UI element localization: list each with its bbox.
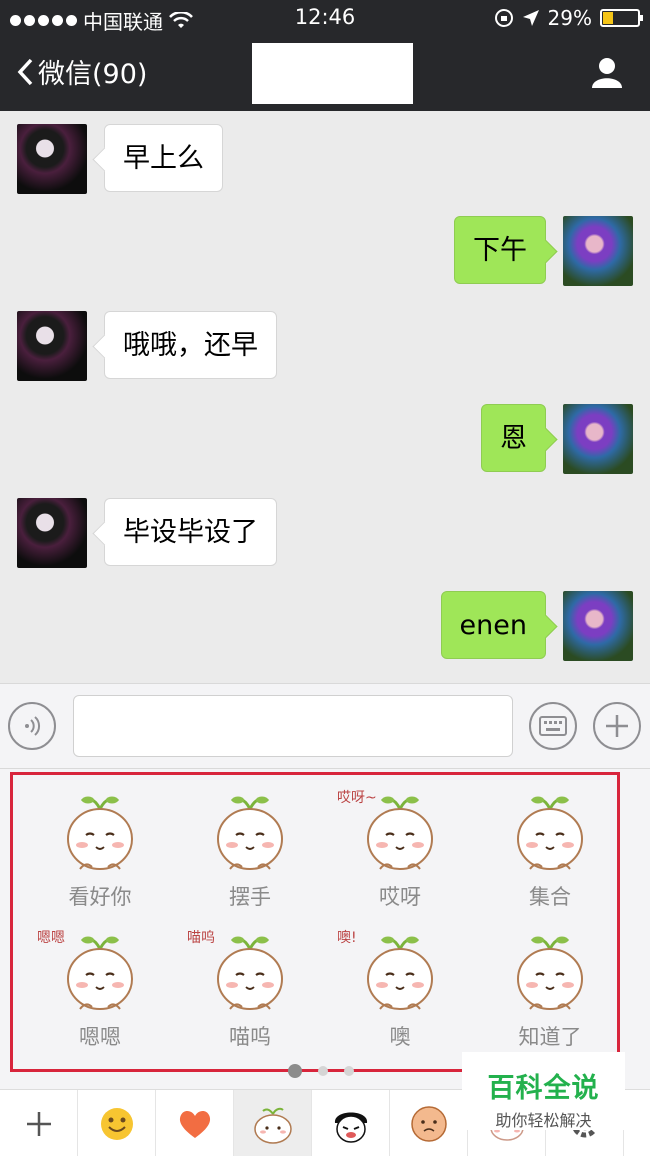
- sticker-label: 看好你: [68, 885, 132, 909]
- message-bubble[interactable]: enen: [440, 591, 546, 659]
- back-button[interactable]: 微信(90): [16, 52, 147, 91]
- sprout-sticker-icon: [217, 936, 283, 1010]
- tab-panda-stickers[interactable]: [312, 1090, 390, 1156]
- sticker-caption: 嗯嗯: [37, 930, 65, 946]
- tab-favorites[interactable]: [156, 1090, 234, 1156]
- watermark-title: 百科全说: [487, 1073, 600, 1104]
- sticker-item[interactable]: 喵呜 喵呜: [175, 927, 325, 1051]
- tab-emoji[interactable]: [78, 1090, 156, 1156]
- sprout-sticker-icon: [517, 796, 583, 870]
- keyboard-button[interactable]: [529, 702, 577, 750]
- tab-add[interactable]: [0, 1090, 78, 1156]
- page-dot[interactable]: [318, 1066, 328, 1076]
- keyboard-icon: [539, 716, 567, 736]
- status-bar: 中国联通 12:46 29%: [0, 0, 650, 36]
- sticker-panel: 看好你 摆手 哎呀~ 哎呀 集合 嗯嗯 嗯嗯 喵呜 喵呜 噢! 噢知道了: [0, 769, 650, 1089]
- sticker-label: 摆手: [229, 885, 271, 909]
- top-bar: 中国联通 12:46 29% 微信(90): [0, 0, 650, 111]
- sprout-sticker-icon: [217, 796, 283, 870]
- sprout-sticker-icon: [67, 936, 133, 1010]
- watermark: 百科全说 助你轻松解决: [462, 1052, 625, 1130]
- sticker-caption: 噢!: [337, 930, 357, 946]
- voice-icon: [25, 716, 41, 736]
- sticker-caption: 喵呜: [187, 930, 215, 946]
- sticker-label: 集合: [529, 885, 571, 909]
- sprout-sticker-icon: [67, 796, 133, 870]
- rotation-lock-icon: [494, 9, 513, 27]
- avatar[interactable]: [17, 311, 87, 381]
- sticker-label: 噢: [389, 1025, 411, 1049]
- page-indicator: [288, 1064, 354, 1078]
- page-dot[interactable]: [344, 1066, 354, 1076]
- avatar[interactable]: [563, 404, 633, 474]
- message-row: 早上么: [17, 124, 223, 194]
- message-bubble[interactable]: 早上么: [104, 124, 223, 192]
- sprout-sticker-icon: [517, 936, 583, 1010]
- sticker-label: 喵呜: [229, 1025, 271, 1049]
- sticker-item[interactable]: 集合: [475, 787, 625, 911]
- battery-percent: 29%: [547, 6, 592, 30]
- avatar[interactable]: [563, 591, 633, 661]
- message-row: enen: [440, 591, 633, 661]
- sticker-label: 哎呀: [379, 885, 421, 909]
- sticker-item[interactable]: 哎呀~ 哎呀: [325, 787, 475, 911]
- sticker-label: 嗯嗯: [79, 1025, 121, 1049]
- plus-icon: [26, 1111, 51, 1136]
- sprout-sticker-icon: [253, 1107, 292, 1144]
- sticker-item[interactable]: 噢! 噢: [325, 927, 475, 1051]
- message-bubble[interactable]: 毕设毕设了: [104, 498, 277, 566]
- sticker-item[interactable]: 摆手: [175, 787, 325, 911]
- sticker-item[interactable]: 知道了: [475, 927, 625, 1051]
- tab-bun-stickers[interactable]: [390, 1090, 468, 1156]
- message-bubble[interactable]: 哦哦，还早: [104, 311, 277, 379]
- heart-icon: [179, 1110, 210, 1138]
- sticker-item[interactable]: 嗯嗯 嗯嗯: [25, 927, 175, 1051]
- message-bubble[interactable]: 下午: [454, 216, 546, 284]
- smiley-icon: [100, 1107, 133, 1140]
- plus-icon: [606, 715, 628, 737]
- message-bubble[interactable]: 恩: [481, 404, 546, 472]
- location-icon: [522, 10, 539, 26]
- message-input[interactable]: [73, 695, 513, 757]
- message-row: 恩: [481, 404, 633, 474]
- avatar[interactable]: [563, 216, 633, 286]
- avatar[interactable]: [17, 498, 87, 568]
- page-dot[interactable]: [288, 1064, 302, 1078]
- redacted-title: [252, 43, 413, 104]
- chevron-left-icon: [17, 58, 33, 85]
- watermark-subtitle: 助你轻松解决: [495, 1111, 592, 1130]
- sticker-item[interactable]: 看好你: [25, 787, 175, 911]
- battery-icon: [600, 9, 643, 27]
- sticker-caption: 哎呀~: [337, 790, 377, 806]
- tab-sprout-stickers[interactable]: [234, 1090, 312, 1156]
- panda-sticker-icon: [334, 1112, 367, 1143]
- voice-button[interactable]: [8, 702, 56, 750]
- more-button[interactable]: [593, 702, 641, 750]
- message-row: 下午: [454, 216, 633, 286]
- avatar[interactable]: [17, 124, 87, 194]
- back-label: 微信(90): [38, 59, 148, 90]
- battery-fill: [603, 12, 613, 24]
- bun-sticker-icon: [410, 1105, 447, 1142]
- message-row: 毕设毕设了: [17, 498, 277, 568]
- sticker-label: 知道了: [518, 1025, 582, 1049]
- sprout-sticker-icon: [367, 936, 433, 1010]
- chat-list[interactable]: 早上么 下午 哦哦，还早 恩 毕设毕设了 enen: [0, 111, 650, 683]
- profile-icon[interactable]: [590, 55, 624, 89]
- message-row: 哦哦，还早: [17, 311, 277, 381]
- input-bar: [0, 683, 650, 769]
